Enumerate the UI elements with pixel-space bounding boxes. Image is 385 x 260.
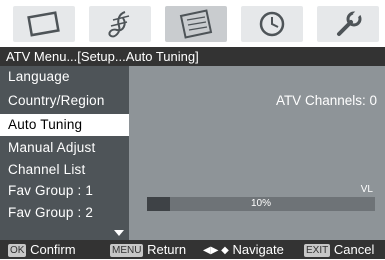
tuning-progress-bar: 10%: [147, 197, 375, 211]
setup-icon[interactable]: [317, 6, 379, 42]
navigate-arrows-icon: ◀▶ ◆: [203, 245, 229, 256]
exit-key: EXIT: [304, 244, 331, 257]
scroll-down-arrow-icon[interactable]: [114, 230, 124, 236]
confirm-hint: OK Confirm: [8, 240, 76, 259]
channel-icon[interactable]: [165, 6, 227, 42]
navigate-hint: ◀▶ ◆ Navigate: [203, 240, 284, 260]
confirm-label: Confirm: [30, 242, 76, 257]
return-label: Return: [147, 242, 187, 257]
sidebar-menu: Language Country/Region Auto Tuning Manu…: [0, 66, 129, 240]
menu-item-country-region[interactable]: Country/Region: [0, 90, 129, 112]
atv-channels-count: ATV Channels: 0: [275, 93, 377, 108]
menu-key: MENU: [110, 244, 144, 257]
cancel-hint: EXIT Cancel: [304, 240, 374, 259]
return-hint: MENU Return: [110, 240, 186, 259]
menu-item-manual-adjust[interactable]: Manual Adjust: [0, 137, 129, 159]
menu-item-channel-list[interactable]: Channel List: [0, 159, 129, 181]
menu-item-language[interactable]: Language: [0, 66, 129, 88]
menu-item-auto-tuning[interactable]: Auto Tuning: [0, 114, 129, 136]
tuning-progress-text: 10%: [250, 198, 271, 209]
audio-icon[interactable]: [89, 6, 151, 42]
ok-key: OK: [8, 244, 27, 257]
menu-item-fav-group-1[interactable]: Fav Group : 1: [0, 180, 129, 202]
picture-icon[interactable]: [13, 6, 75, 42]
menu-item-fav-group-2[interactable]: Fav Group : 2: [0, 202, 129, 224]
band-label: VL: [360, 184, 373, 195]
time-icon[interactable]: [241, 6, 303, 42]
breadcrumb: ATV Menu...[Setup...Auto Tuning]: [0, 47, 385, 66]
top-icon-bar: [0, 0, 385, 46]
navigate-label: Navigate: [232, 242, 284, 257]
tuning-panel: ATV Channels: 0 VL 10%: [129, 66, 385, 240]
cancel-label: Cancel: [333, 242, 375, 257]
help-bar: OK Confirm MENU Return ◀▶ ◆ Navigate EXI…: [0, 240, 385, 259]
